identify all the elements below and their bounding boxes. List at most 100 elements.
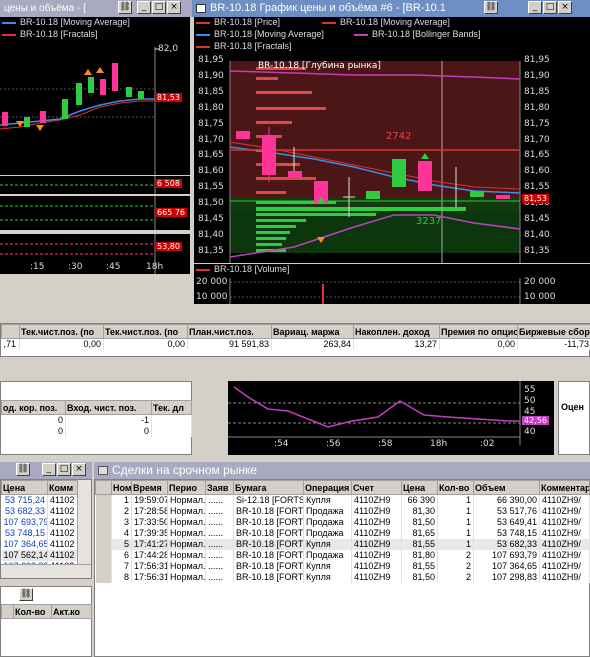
- positions-header[interactable]: План.чист.поз.: [187, 324, 272, 339]
- small-left-row[interactable]: 107 562,14 41102: [1, 549, 78, 561]
- deals-row[interactable]: 817:56:31Нормал.........BR-10.18 [FORTS]…: [95, 571, 590, 583]
- main-y-label-left: 81,45: [198, 214, 224, 224]
- deals-header[interactable]: Счет: [351, 480, 402, 495]
- small-left-maximize-button[interactable]: □: [57, 463, 71, 476]
- deals-cell: Продажа: [303, 527, 352, 539]
- main-close-button[interactable]: ×: [558, 1, 572, 14]
- small-left-row[interactable]: 53 748,15 41102: [1, 527, 78, 539]
- small-left-link-button[interactable]: ⛓: [16, 463, 30, 476]
- main-link-button[interactable]: ⛓: [484, 1, 498, 14]
- deals-header-lead[interactable]: [95, 480, 112, 495]
- deals-row-selector[interactable]: [95, 538, 112, 550]
- deals-cell: 5: [111, 538, 132, 550]
- main-minimize-button[interactable]: _: [528, 1, 542, 14]
- main-maximize-button[interactable]: □: [543, 1, 557, 14]
- left-minimize-button[interactable]: _: [137, 1, 151, 14]
- deals-row-selector[interactable]: [95, 494, 112, 506]
- main-volume-chart[interactable]: BR-10.18 [Volume] 20 000 10 000 20 000 1…: [194, 264, 590, 304]
- small-left-bottom-link-button[interactable]: ⛓: [19, 588, 33, 601]
- positions-header[interactable]: Тек.чист.поз. (по: [19, 324, 104, 339]
- small-left-bottom-table: Кол-во Акт.ко: [1, 604, 92, 619]
- small-left-panel: Цена Комм 53 715,24 41102 53 682,33 41102 …: [0, 479, 92, 579]
- positions-row[interactable]: ,71 0,00 0,00 91 591,83 263,84 13,27 0,0…: [1, 338, 590, 350]
- deals-cell: 81,50: [401, 571, 438, 583]
- deals-row-selector[interactable]: [95, 516, 112, 528]
- deals-cell: BR-10.18 [FORTS]: [233, 571, 304, 583]
- small-left-bottom-header-lead[interactable]: [1, 604, 14, 619]
- main-chart-icon: [196, 3, 206, 13]
- left-link-button[interactable]: ⛓: [118, 1, 132, 14]
- deals-cell: 4110ZH9: [351, 516, 402, 528]
- deals-cell: 19:59:07: [131, 494, 168, 506]
- small-left-bottom-header[interactable]: Акт.ко: [51, 604, 92, 619]
- mid-left-row[interactable]: 0 -1: [1, 414, 192, 426]
- positions-cell: ,71: [1, 338, 20, 350]
- deals-header[interactable]: Ном: [111, 480, 132, 495]
- mid-left-row[interactable]: 0 0: [1, 425, 192, 437]
- deals-row-selector[interactable]: [95, 571, 112, 583]
- deals-row-selector[interactable]: [95, 560, 112, 572]
- deals-header[interactable]: Бумага: [233, 480, 304, 495]
- deals-row[interactable]: 417:39:35Нормал.........BR-10.18 [FORTS]…: [95, 527, 590, 539]
- left-y-label: 82,0: [158, 44, 179, 54]
- small-left-close-button[interactable]: ×: [72, 463, 86, 476]
- small-left-header[interactable]: Комм: [47, 480, 78, 495]
- main-y-label-right: 81,75: [524, 118, 550, 129]
- left-x-label-2: :30: [68, 262, 83, 272]
- left-chart-title: цены и объёма - [: [4, 3, 86, 14]
- deals-row[interactable]: 317:33:50Нормал.........BR-10.18 [FORTS]…: [95, 516, 590, 528]
- small-left-row[interactable]: 107 693,79 41102: [1, 516, 78, 528]
- main-price-tag: 81,53: [522, 194, 549, 203]
- deals-cell: 17:44:28: [131, 549, 168, 561]
- deals-cell: 1: [437, 538, 474, 550]
- deals-row[interactable]: 517:41:27Нормал.........BR-10.18 [FORTS]…: [95, 538, 590, 550]
- left-maximize-button[interactable]: □: [152, 1, 166, 14]
- positions-header[interactable]: Вариац. маржа: [271, 324, 354, 339]
- mid-left-header[interactable]: Вход. чист. поз.: [65, 400, 152, 415]
- mid-left-header[interactable]: од. кор. поз.: [1, 400, 66, 415]
- deals-row[interactable]: 617:44:28Нормал.........BR-10.18 [FORTS]…: [95, 549, 590, 561]
- deals-titlebar[interactable]: Сделки на срочном рынке: [94, 462, 590, 479]
- deals-row[interactable]: 717:56:31Нормал.........BR-10.18 [FORTS]…: [95, 560, 590, 572]
- deals-header[interactable]: Комментар: [539, 480, 590, 495]
- small-left-row[interactable]: 53 715,24 41102: [1, 494, 78, 506]
- deals-row[interactable]: 119:59:07Нормал.........Si-12.18 [FORTS]…: [95, 494, 590, 506]
- small-left-header[interactable]: Цена: [1, 480, 48, 495]
- left-mini-tag-1: 6 508: [155, 179, 182, 188]
- deals-header[interactable]: Объем: [473, 480, 540, 495]
- deals-row-selector[interactable]: [95, 549, 112, 561]
- main-price-chart[interactable]: BR-10.18 [Price] BR-10.18 [Moving Averag…: [194, 17, 590, 263]
- deals-header[interactable]: Перио: [167, 480, 206, 495]
- small-left-hscroll[interactable]: [1, 564, 91, 578]
- deals-row-selector[interactable]: [95, 505, 112, 517]
- small-left-row[interactable]: 107 364,65 41102: [1, 538, 78, 550]
- deals-cell: 53 649,41: [473, 516, 540, 528]
- positions-header-lead[interactable]: [1, 324, 20, 339]
- deals-cell: 53 682,33: [473, 538, 540, 550]
- small-left-minimize-button[interactable]: _: [42, 463, 56, 476]
- deals-header[interactable]: Заяв: [205, 480, 234, 495]
- deals-cell: 17:41:27: [131, 538, 168, 550]
- positions-panel: Тек.чист.поз. (по Тек.чист.поз. (по План…: [0, 323, 590, 357]
- positions-header[interactable]: Биржевые сбор: [517, 324, 590, 339]
- deals-header[interactable]: Цена: [401, 480, 438, 495]
- left-close-button[interactable]: ×: [167, 1, 181, 14]
- deals-header[interactable]: Время: [131, 480, 168, 495]
- deals-header[interactable]: Кол-во: [437, 480, 474, 495]
- positions-header[interactable]: Премия по опцио: [439, 324, 518, 339]
- small-left-bottom-header[interactable]: Кол-во: [13, 604, 52, 619]
- deals-row-selector[interactable]: [95, 527, 112, 539]
- indicator-chart[interactable]: 55 50 45 40 42,56 :54 :56 :58 18h :02: [228, 381, 554, 455]
- mid-left-header[interactable]: Тек. дл: [151, 400, 192, 415]
- small-left-row[interactable]: 53 682,33 41102: [1, 505, 78, 517]
- positions-header[interactable]: Тек.чист.поз. (по: [103, 324, 188, 339]
- small-left-vscroll[interactable]: [77, 480, 91, 564]
- small-left-cell: 107 693,79: [1, 516, 48, 528]
- deals-row[interactable]: 217:28:58Нормал.........BR-10.18 [FORTS]…: [95, 505, 590, 517]
- deals-cell: BR-10.18 [FORTS]: [233, 549, 304, 561]
- main-y-label-left: 81,40: [198, 229, 224, 240]
- mid-right-header[interactable]: Оцен: [561, 402, 584, 412]
- positions-header[interactable]: Накоплен. доход: [353, 324, 440, 339]
- deals-header[interactable]: Операция: [303, 480, 352, 495]
- left-price-chart[interactable]: BR-10.18 [Moving Average] BR-10.18 [Frac…: [0, 17, 190, 175]
